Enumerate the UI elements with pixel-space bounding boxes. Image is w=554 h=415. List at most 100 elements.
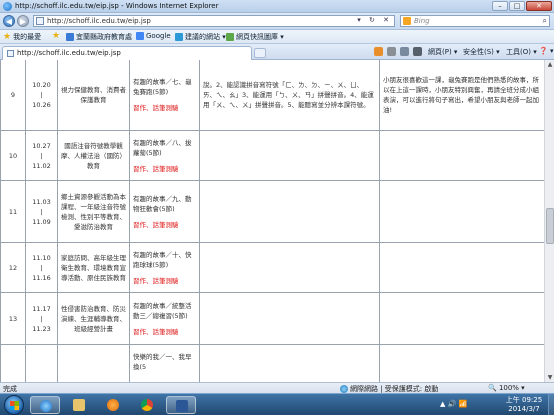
lesson-plan-table: 9 10.20 | 10.26 視力保健教育、消費者保護教育 有趣的故事／七、龜兔賽跑(5… [0,60,544,382]
week-cell: 12 [0,242,26,293]
home-button[interactable] [374,47,383,56]
assessment-link[interactable]: 習作、話筆測驗 [133,276,196,286]
favorite-link-google[interactable]: Google [136,32,171,40]
address-actions[interactable]: ▾ ↻ ✕ [357,16,392,24]
search-icon[interactable]: ⌕ [543,16,547,26]
date-start: 10.20 [32,80,51,89]
week-cell: 9 [0,60,26,131]
page-menu[interactable]: 網頁(P) ▾ [428,47,457,57]
ie-icon [40,400,52,412]
home-icon [374,47,383,56]
favorite-link-education[interactable]: 宜蘭縣政府教育處 [66,32,132,42]
add-favorites-icon[interactable]: ★ [52,32,60,41]
minimize-button[interactable]: – [492,1,508,11]
print-button[interactable] [413,47,422,56]
tab-label: http://schoff.ilc.edu.tw/eip.jsp [17,49,121,57]
reflection-cell [379,292,544,345]
search-box[interactable]: Bing ⌕ [400,15,550,27]
search-placeholder[interactable]: Bing [414,17,430,25]
assessment-link[interactable]: 習作、話筆測驗 [133,327,196,337]
date-cell: 10.27 | 11.02 [25,130,58,181]
week-cell: 10 [0,130,26,181]
page-icon [7,50,14,57]
topic-cell: 國語注音符號教學觀摩、人權法治（國防）教育 [57,130,130,181]
week-cell: 13 [0,292,26,345]
date-cell [25,344,58,382]
window-controls: – □ ✕ [492,1,552,11]
table-row: 13 11.17 | 11.23 性侵害防治教育、防災演練、生涯輔導教育、班級經營計畫有… [0,292,544,345]
table-row: 10 10.27 | 11.02 國語注音符號教學觀摩、人權法治（國防）教育 有趣的故事／… [0,130,544,181]
date-start: 10.27 [32,141,51,150]
close-button[interactable]: ✕ [526,1,552,11]
scroll-down-icon[interactable]: ▼ [546,373,554,382]
assessment-link[interactable]: 習作、話筆測驗 [133,220,196,230]
date-cell: 11.10 | 11.16 [25,242,58,293]
reflection-cell [379,180,544,243]
scroll-up-icon[interactable]: ▲ [546,60,554,69]
date-cell: 11.17 | 11.23 [25,292,58,345]
reflection-cell [379,344,544,382]
unit-cell: 有趣的故事／十、快跑球球(5節) 習作、話筆測驗 [129,242,200,293]
objectives-cell [199,292,380,345]
clock-time: 上午 09:25 [505,396,543,404]
mail-button[interactable] [400,47,409,56]
help-menu[interactable]: ❓ ▾ [539,47,553,55]
objectives-cell [199,344,380,382]
media-player-icon [107,399,119,411]
favorite-suggested-sites[interactable]: 建議的網站 ▾ [175,32,226,42]
new-tab-button[interactable] [254,48,266,58]
maximize-button[interactable]: □ [509,1,525,11]
topic-cell: 性侵害防治教育、防災演練、生涯輔導教育、班級經營計畫 [57,292,130,345]
scrollbar-thumb[interactable] [546,208,554,244]
date-end: 11.23 [32,324,51,333]
show-desktop-button[interactable] [548,394,554,415]
clock[interactable]: 上午 09:25 2014/3/7 [500,396,548,414]
table-row: 11 11.03 | 11.09 鄉土資源參觀活動為本課程、一年級注音符號檢測、性別平等… [0,180,544,243]
taskbar-chrome[interactable] [132,396,162,414]
topic-cell [57,344,130,382]
favorites-button[interactable]: ★ 我的最愛 [3,32,41,42]
unit-cell: 有趣的故事／七、龜兔賽跑(5節) 習作、話筆測驗 [129,60,200,131]
unit-cell: 有趣的故事／統整活動三／總複習(5節) 習作、話筆測驗 [129,292,200,345]
feeds-button[interactable] [387,47,396,56]
start-button[interactable] [4,395,24,415]
date-start: 11.17 [32,304,51,313]
date-separator: | [40,90,43,99]
lesson-text: 有趣的故事／九、動物狂歡會(5節) [133,194,192,213]
week-cell: 11 [0,180,26,243]
globe-icon [340,385,348,393]
active-tab[interactable]: http://schoff.ilc.edu.tw/eip.jsp [2,46,252,60]
back-button[interactable]: ◀ [3,15,15,27]
taskbar-explorer[interactable] [64,396,94,414]
status-bar: 完成 網際網路 | 受保護模式: 啟動 🔍 100% ▾ [0,382,554,393]
page-content: 9 10.20 | 10.26 視力保健教育、消費者保護教育 有趣的故事／七、龜兔賽跑(5… [0,60,544,382]
favorite-web-slice-gallery[interactable]: 網頁快訊圖庫 ▾ [226,32,284,42]
lesson-text: 有趣的故事／統整活動三／總複習(5節) [133,301,192,320]
reflection-cell [379,242,544,293]
date-separator: | [40,263,43,272]
date-separator: | [40,314,43,323]
unit-cell: 有趣的故事／八、拔蘿蔔(5節) 習作、話筆測驗 [129,130,200,181]
address-url[interactable]: http://schoff.ilc.edu.tw/eip.jsp [47,17,151,25]
unit-cell: 有趣的故事／九、動物狂歡會(5節) 習作、話筆測驗 [129,180,200,243]
lesson-text: 有趣的故事／十、快跑球球(5節) [133,250,192,269]
system-tray-icons[interactable]: ▲ 🔊 📶 [440,400,467,408]
forward-button[interactable]: ▶ [17,15,29,27]
taskbar-ie[interactable] [30,396,60,414]
date-separator: | [40,151,43,160]
table-row: 12 11.10 | 11.16 家庭訪問、高年級生理衛生教育、環境教育宣導活動、原住民… [0,242,544,293]
taskbar-media-player[interactable] [98,396,128,414]
assessment-link[interactable]: 習作、話筆測驗 [133,103,196,113]
assessment-link[interactable]: 習作、話筆測驗 [133,164,196,174]
lesson-text: 有趣的故事／八、拔蘿蔔(5節) [133,138,192,157]
date-end: 11.16 [32,273,51,282]
reflection-cell [379,130,544,181]
feeds-icon [387,47,396,56]
mail-icon [400,47,409,56]
vertical-scrollbar[interactable]: ▲ ▼ [544,60,554,382]
address-bar[interactable]: http://schoff.ilc.edu.tw/eip.jsp ▾ ↻ ✕ [33,15,395,27]
tools-menu[interactable]: 工具(O) ▾ [506,47,537,57]
safety-menu[interactable]: 安全性(S) ▾ [463,47,500,57]
zoom-control[interactable]: 🔍 100% ▾ [488,384,525,392]
taskbar-word[interactable] [166,396,196,414]
